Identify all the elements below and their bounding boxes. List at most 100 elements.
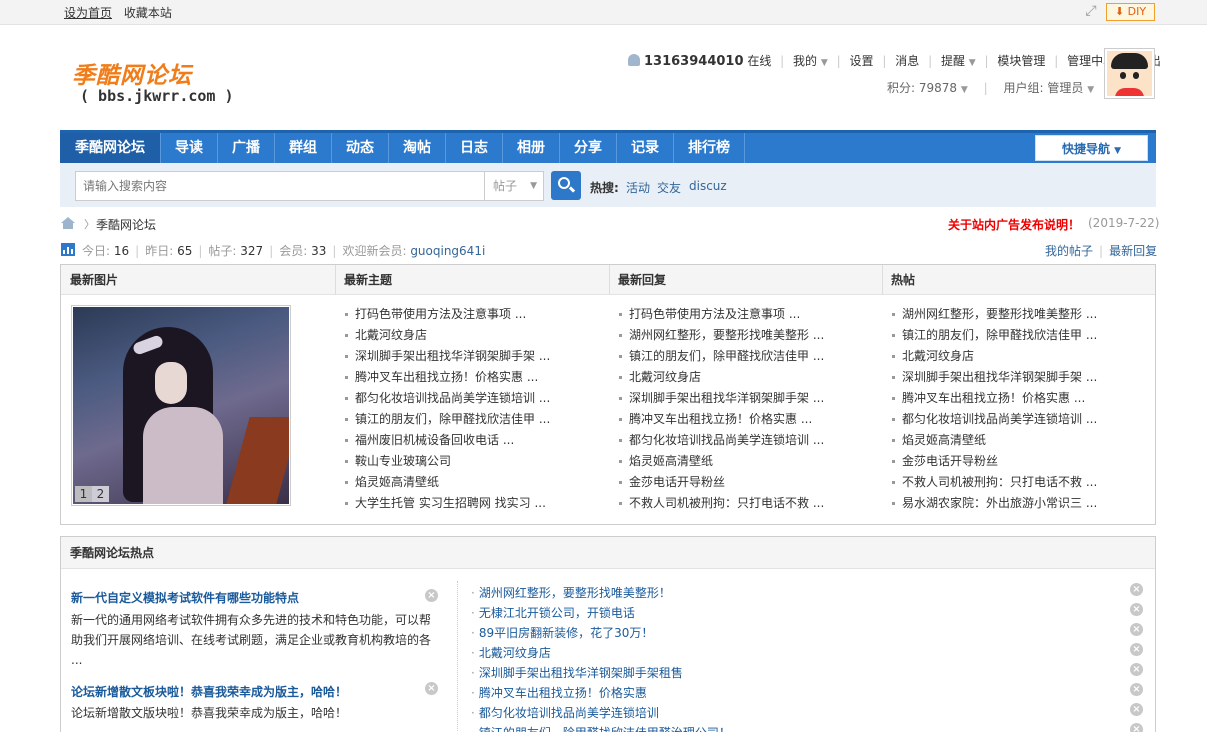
nav-item-broadcast[interactable]: 广播 [218, 133, 275, 163]
list-item[interactable]: 镇江的朋友们，除甲醛找欣洁佳甲 ... [345, 409, 607, 430]
my-menu[interactable]: 我的 [793, 54, 817, 68]
close-icon[interactable]: × [1130, 643, 1143, 656]
list-item[interactable]: 易水湖农家院：外出旅游小常识三 ... [892, 493, 1154, 514]
list-item[interactable]: 焰灵姬高清壁纸 [892, 430, 1154, 451]
close-icon[interactable]: × [1130, 703, 1143, 716]
nav-item-album[interactable]: 相册 [503, 133, 560, 163]
image-slideshow[interactable]: 12 [71, 305, 291, 506]
username-link[interactable]: 13163944010 [644, 54, 744, 69]
list-item[interactable]: 不救人司机被刑拘：只打电话不救 ... [892, 472, 1154, 493]
messages-link[interactable]: 消息 [895, 54, 919, 68]
nav-item-collections[interactable]: 淘帖 [389, 133, 446, 163]
points-menu[interactable]: 积分: 79878 [887, 81, 957, 95]
site-domain: ( bbs.jkwrr.com ) [80, 87, 234, 105]
list-item[interactable]: 鞍山专业玻璃公司 [345, 451, 607, 472]
hot-link[interactable]: 北戴河纹身店 [471, 644, 551, 661]
close-icon[interactable]: × [1130, 623, 1143, 636]
list-item[interactable]: 都匀化妆培训找品尚美学连锁培训 ... [619, 430, 881, 451]
list-item[interactable]: 深圳脚手架出租找华洋钢架脚手架 ... [345, 346, 607, 367]
featured-title[interactable]: 新一代自定义模拟考试软件有哪些功能特点 [71, 589, 299, 606]
hot-link[interactable]: 89平旧房翻新装修，花了30万！ [471, 624, 654, 641]
list-item[interactable]: 北戴河纹身店 [345, 325, 607, 346]
close-icon[interactable]: × [1130, 583, 1143, 596]
nav-item-feed[interactable]: 动态 [332, 133, 389, 163]
list-item[interactable]: 大学生托管 实习生招聘网 找实习 ... [345, 493, 607, 514]
remind-menu[interactable]: 提醒 [941, 54, 965, 68]
pager-item[interactable]: 1 [75, 486, 92, 502]
list-item[interactable]: 都匀化妆培训找品尚美学连锁培训 ... [345, 388, 607, 409]
list-item[interactable]: 福州废旧机械设备回收电话 ... [345, 430, 607, 451]
list-item[interactable]: 金莎电话开导粉丝 [619, 472, 881, 493]
settings-link[interactable]: 设置 [850, 54, 874, 68]
list-item[interactable]: 湖州网红整形，要整形找唯美整形 ... [619, 325, 881, 346]
fullscreen-icon[interactable]: ⤢ [1083, 3, 1099, 19]
list-item[interactable]: 镇江的朋友们，除甲醛找欣洁佳甲 ... [892, 325, 1154, 346]
my-posts-link[interactable]: 我的帖子 [1045, 244, 1093, 258]
bookmark-link[interactable]: 收藏本站 [124, 6, 172, 20]
hot-link[interactable]: 湖州网红整形，要整形找唯美整形！ [471, 584, 671, 601]
list-item[interactable]: 北戴河纹身店 [892, 346, 1154, 367]
nav-item-forum[interactable]: 季酷网论坛 [60, 133, 161, 163]
site-logo[interactable]: 季酷网论坛 [72, 56, 192, 90]
close-icon[interactable]: × [1130, 663, 1143, 676]
quick-nav-button[interactable]: 快捷导航 ▼ [1035, 135, 1148, 161]
close-icon[interactable]: × [1130, 683, 1143, 696]
latest-replies-link[interactable]: 最新回复 [1109, 244, 1157, 258]
list-item[interactable]: 打码色带使用方法及注意事项 ... [619, 304, 881, 325]
nav-item-groups[interactable]: 群组 [275, 133, 332, 163]
list-item[interactable]: 镇江的朋友们，除甲醛找欣洁佳甲 ... [619, 346, 881, 367]
hot-keyword[interactable]: discuz [689, 179, 727, 193]
slideshow-image[interactable]: 12 [73, 307, 289, 504]
down-arrow-icon: ⬇ [1114, 5, 1125, 18]
nav-item-ranking[interactable]: 排行榜 [674, 133, 745, 163]
list-item[interactable]: 深圳脚手架出租找华洋钢架脚手架 ... [619, 388, 881, 409]
avatar[interactable] [1104, 48, 1155, 99]
list-item[interactable]: 腾冲叉车出租找立扬！价格实惠 ... [619, 409, 881, 430]
close-icon[interactable]: × [425, 682, 438, 695]
col-head-latest-images: 最新图片 [70, 273, 119, 287]
online-status[interactable]: 在线 [747, 54, 771, 68]
list-item[interactable]: 焰灵姬高清壁纸 [619, 451, 881, 472]
caret-down-icon: ▼ [530, 181, 537, 191]
new-threads-list: 打码色带使用方法及注意事项 ... 北戴河纹身店 深圳脚手架出租找华洋钢架脚手架… [345, 304, 607, 514]
hot-link[interactable]: 无棣江北开锁公司，开锁电话 [471, 604, 635, 621]
list-item[interactable]: 北戴河纹身店 [619, 367, 881, 388]
close-icon[interactable]: × [425, 589, 438, 602]
breadcrumb-current[interactable]: 季酷网论坛 [96, 216, 156, 233]
featured-title[interactable]: 论坛新增散文板块啦！恭喜我荣幸成为版主，哈哈！ [71, 683, 347, 700]
list-item[interactable]: 腾冲叉车出租找立扬！价格实惠 ... [892, 388, 1154, 409]
hot-link[interactable]: 腾冲叉车出租找立扬！价格实惠 [471, 684, 647, 701]
search-input[interactable]: 请输入搜索内容 [75, 171, 485, 201]
nav-item-share[interactable]: 分享 [560, 133, 617, 163]
list-item[interactable]: 打码色带使用方法及注意事项 ... [345, 304, 607, 325]
hot-keyword[interactable]: 交友 [657, 179, 681, 196]
list-item[interactable]: 金莎电话开导粉丝 [892, 451, 1154, 472]
diy-button[interactable]: ⬇ DIY [1106, 3, 1155, 21]
close-icon[interactable]: × [1130, 603, 1143, 616]
search-button[interactable] [551, 171, 581, 200]
hot-link[interactable]: 都匀化妆培训找品尚美学连锁培训 [471, 704, 659, 721]
list-item[interactable]: 深圳脚手架出租找华洋钢架脚手架 ... [892, 367, 1154, 388]
hot-link[interactable]: 镇江的朋友们，除甲醛找欣洁佳甲醛治理公司！ [471, 724, 731, 732]
pager-item[interactable]: 2 [92, 486, 109, 502]
hot-link[interactable]: 深圳脚手架出租找华洋钢架脚手架租售 [471, 664, 683, 681]
posts-count: 327 [240, 244, 264, 258]
new-replies-list: 打码色带使用方法及注意事项 ... 湖州网红整形，要整形找唯美整形 ... 镇江… [619, 304, 881, 514]
nav-item-guide[interactable]: 导读 [161, 133, 218, 163]
search-type-select[interactable]: 帖子 ▼ [484, 171, 544, 201]
user-group-menu[interactable]: 用户组: 管理员 [1004, 81, 1084, 95]
list-item[interactable]: 腾冲叉车出租找立扬！价格实惠 ... [345, 367, 607, 388]
hot-keyword[interactable]: 活动 [626, 179, 650, 196]
home-icon[interactable] [61, 217, 75, 229]
nav-item-blog[interactable]: 日志 [446, 133, 503, 163]
list-item[interactable]: 焰灵姬高清壁纸 [345, 472, 607, 493]
module-manage-link[interactable]: 模块管理 [997, 54, 1045, 68]
announcement-link[interactable]: 关于站内广告发布说明！ [948, 216, 1080, 233]
list-item[interactable]: 都匀化妆培训找品尚美学连锁培训 ... [892, 409, 1154, 430]
nav-item-records[interactable]: 记录 [617, 133, 674, 163]
newest-member-link[interactable]: guoqing641i [410, 244, 485, 258]
close-icon[interactable]: × [1130, 723, 1143, 732]
set-home-link[interactable]: 设为首页 [64, 6, 112, 20]
list-item[interactable]: 湖州网红整形，要整形找唯美整形 ... [892, 304, 1154, 325]
list-item[interactable]: 不救人司机被刑拘：只打电话不救 ... [619, 493, 881, 514]
